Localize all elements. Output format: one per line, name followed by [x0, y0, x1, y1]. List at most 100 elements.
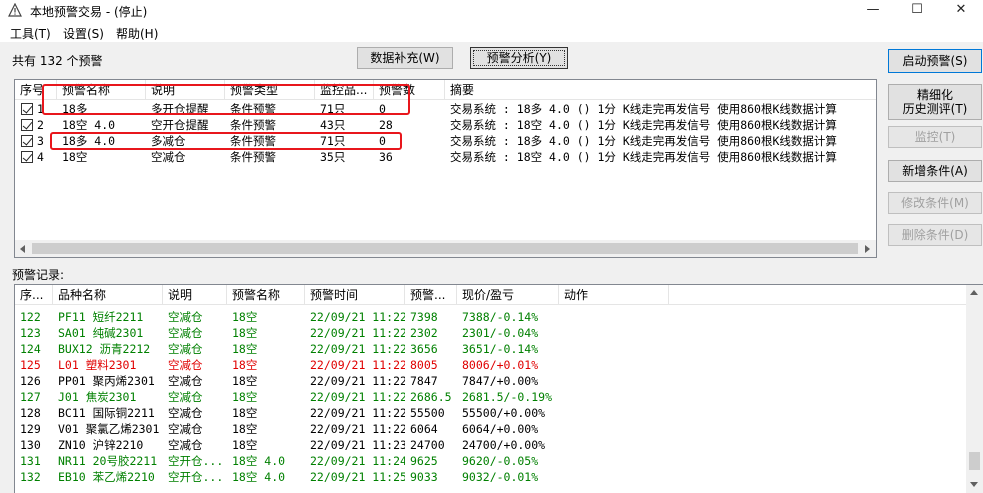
record-desc-cell: 空减仓	[168, 358, 203, 372]
records-label: 预警记录:	[12, 268, 65, 282]
record-row[interactable]: 130 ZN10 沪锌2210 空减仓 18空 22/09/21 11:23 24700 2…	[15, 437, 967, 453]
alert-enabled-checkbox[interactable]	[21, 103, 33, 115]
add-condition-button[interactable]: 新增条件(A)	[888, 160, 982, 182]
record-row[interactable]: 122 PF11 短纤2211 空减仓 18空 22/09/21 11:22 7398 73…	[15, 309, 967, 325]
alert-list-hscroll[interactable]	[15, 240, 876, 257]
record-row[interactable]: 129 V01 聚氯乙烯2301 空减仓 18空 22/09/21 11:22 6064 6…	[15, 421, 967, 437]
record-desc-cell: 空减仓	[168, 374, 203, 388]
record-alert-cell: 18空	[232, 422, 258, 436]
record-desc-cell: 空减仓	[168, 326, 203, 340]
alert-summary-cell: 交易系统 : 18空 4.0 () 1分 K线走完再发信号 使用860根K线数据…	[450, 150, 837, 164]
rec-col-name[interactable]: 品种名称	[53, 285, 163, 305]
record-name-cell: SA01 纯碱2301	[58, 326, 144, 340]
record-alert-cell: 18空	[232, 390, 258, 404]
alert-monitor-cell: 43只	[320, 118, 346, 132]
alert-row[interactable]: 4 18空 空减仓 条件预警 35只 36 交易系统 : 18空 4.0 () 1分 K线走…	[15, 149, 876, 165]
delete-condition-button[interactable]: 删除条件(D)	[888, 224, 982, 246]
menu-settings[interactable]: 设置(S)	[63, 25, 104, 42]
col-header-summary[interactable]: 摘要	[445, 80, 876, 100]
record-row[interactable]: 128 BC11 国际铜2211 空减仓 18空 22/09/21 11:22 55500…	[15, 405, 967, 421]
rec-col-time[interactable]: 预警时间	[305, 285, 405, 305]
alert-analysis-button[interactable]: 预警分析(Y)	[470, 47, 568, 69]
maximize-button[interactable]: ☐	[895, 0, 939, 22]
record-alert-cell: 18空	[232, 406, 258, 420]
rec-col-price[interactable]: 预警...	[405, 285, 457, 305]
highlight-box-row3	[50, 132, 402, 150]
record-alert-cell: 18空 4.0	[232, 454, 286, 468]
record-name-cell: PF11 短纤2211	[58, 310, 144, 324]
menu-bar: 工具(T) 设置(S) 帮助(H)	[0, 22, 983, 42]
menu-help[interactable]: 帮助(H)	[116, 25, 158, 42]
window-title: 本地预警交易 - (停止)	[30, 5, 148, 19]
record-pnl-cell: 2681.5/-0.19%	[462, 390, 553, 404]
rec-col-action[interactable]: 动作	[559, 285, 669, 305]
record-time-cell: 22/09/21 11:22	[310, 390, 405, 404]
record-pnl-cell: 9620/-0.05%	[462, 454, 539, 468]
edit-condition-button[interactable]: 修改条件(M)	[888, 192, 982, 214]
record-row[interactable]: 124 BUX12 沥青2212 空减仓 18空 22/09/21 11:22 3656 3…	[15, 341, 967, 357]
record-row[interactable]: 127 J01 焦炭2301 空减仓 18空 22/09/21 11:22 2686.5 2…	[15, 389, 967, 405]
rec-col-index[interactable]: 序...	[15, 285, 53, 305]
record-time-cell: 22/09/21 11:22	[310, 310, 405, 324]
record-time-cell: 22/09/21 11:22	[310, 374, 405, 388]
scroll-left-icon[interactable]	[20, 245, 25, 253]
rec-col-alert-name[interactable]: 预警名称	[227, 285, 305, 305]
record-index-cell: 129	[20, 422, 41, 436]
records-vscroll[interactable]	[966, 285, 983, 493]
record-time-cell: 22/09/21 11:22	[310, 326, 405, 340]
record-desc-cell: 空减仓	[168, 422, 203, 436]
record-index-cell: 124	[20, 342, 41, 356]
refine-backtest-button[interactable]: 精细化 历史测评(T)	[888, 84, 982, 120]
record-row[interactable]: 123 SA01 纯碱2301 空减仓 18空 22/09/21 11:22 2302 23…	[15, 325, 967, 341]
menu-tools[interactable]: 工具(T)	[10, 25, 51, 42]
alert-name-cell: 18空 4.0	[62, 118, 116, 132]
alert-enabled-checkbox[interactable]	[21, 151, 33, 163]
record-index-cell: 122	[20, 310, 41, 324]
start-alert-button[interactable]: 启动预警(S)	[888, 49, 982, 73]
record-name-cell: BUX12 沥青2212	[58, 342, 151, 356]
close-button[interactable]: ✕	[939, 0, 983, 22]
app-icon	[8, 3, 22, 17]
record-time-cell: 22/09/21 11:22	[310, 358, 405, 372]
record-index-cell: 131	[20, 454, 41, 468]
record-pnl-cell: 3651/-0.14%	[462, 342, 539, 356]
scroll-right-icon[interactable]	[865, 245, 870, 253]
highlight-box-row1	[42, 84, 410, 115]
record-pnl-cell: 9032/-0.01%	[462, 470, 539, 484]
record-alert-cell: 18空	[232, 374, 258, 388]
scroll-down-icon[interactable]	[970, 482, 978, 487]
record-row[interactable]: 131 NR11 20号胶2211 空开仓... 18空 4.0 22/09/21 11…	[15, 453, 967, 469]
record-price-cell: 55500	[410, 406, 445, 420]
rec-col-pnl[interactable]: 现价/盈亏	[457, 285, 559, 305]
record-pnl-cell: 2301/-0.04%	[462, 326, 539, 340]
record-row[interactable]: 125 L01 塑料2301 空减仓 18空 22/09/21 11:22 8005 800…	[15, 357, 967, 373]
alert-enabled-checkbox[interactable]	[21, 119, 33, 131]
alert-summary-cell: 交易系统 : 18多 4.0 () 1分 K线走完再发信号 使用860根K线数据…	[450, 134, 837, 148]
record-desc-cell: 空减仓	[168, 406, 203, 420]
record-price-cell: 9625	[410, 454, 438, 468]
scroll-up-icon[interactable]	[970, 290, 978, 295]
record-row[interactable]: 132 EB10 苯乙烯2210 空开仓... 18空 4.0 22/09/21 11:…	[15, 469, 967, 485]
record-price-cell: 9033	[410, 470, 438, 484]
record-pnl-cell: 24700/+0.00%	[462, 438, 546, 452]
records-vscroll-thumb[interactable]	[969, 452, 980, 470]
monitor-button[interactable]: 监控(T)	[888, 126, 982, 148]
alert-list-hscroll-thumb[interactable]	[32, 243, 858, 254]
data-fill-button[interactable]: 数据补充(W)	[357, 47, 453, 69]
alert-enabled-checkbox[interactable]	[21, 135, 33, 147]
alert-index-cell: 2	[37, 118, 44, 132]
alert-row[interactable]: 2 18空 4.0 空开仓提醒 条件预警 43只 28 交易系统 : 18空 4.0 () …	[15, 117, 876, 133]
record-pnl-cell: 7847/+0.00%	[462, 374, 539, 388]
record-row[interactable]: 126 PP01 聚丙烯2301 空减仓 18空 22/09/21 11:22 7847 7…	[15, 373, 967, 389]
record-desc-cell: 空减仓	[168, 390, 203, 404]
record-pnl-cell: 6064/+0.00%	[462, 422, 539, 436]
refine-label-line1: 精细化	[916, 88, 953, 102]
title-bar: 本地预警交易 - (停止) — ☐ ✕	[0, 0, 983, 22]
minimize-button[interactable]: —	[851, 0, 895, 22]
record-name-cell: NR11 20号胶2211	[58, 454, 158, 468]
record-desc-cell: 空减仓	[168, 438, 203, 452]
rec-col-desc[interactable]: 说明	[163, 285, 227, 305]
alert-monitor-cell: 35只	[320, 150, 346, 164]
record-pnl-cell: 8006/+0.01%	[462, 358, 539, 372]
record-time-cell: 22/09/21 11:24	[310, 454, 405, 468]
